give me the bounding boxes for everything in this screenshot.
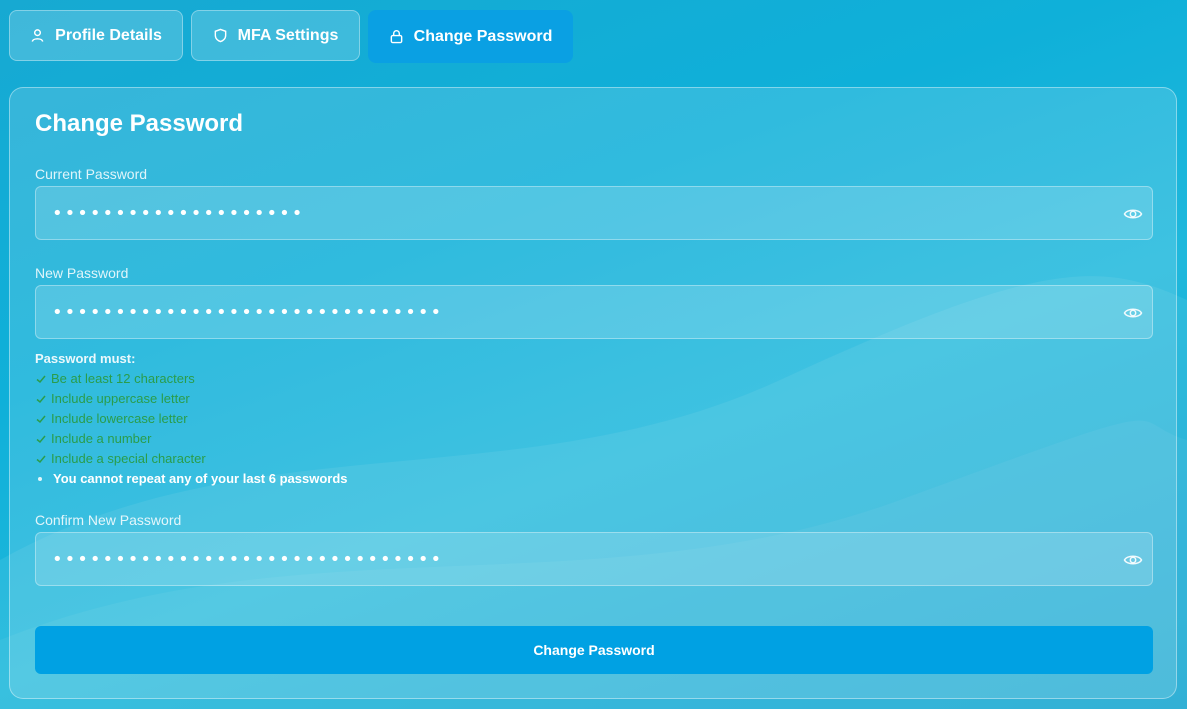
eye-icon[interactable] [1123,550,1143,570]
user-icon [31,29,44,42]
new-password-label: New Password [35,265,129,281]
requirement-item: Include lowercase letter [35,409,348,429]
requirement-text: Include a special character [51,451,206,466]
page-title: Change Password [35,110,244,137]
lock-icon [390,30,402,44]
tab-label: MFA Settings [237,26,339,44]
tab-mfa-settings[interactable]: MFA Settings [191,10,360,61]
confirm-password-label: Confirm New Password [35,512,182,528]
tab-label: Change Password [413,27,553,45]
tab-bar: Profile Details MFA Settings Change Pass… [9,10,573,63]
requirement-text: Include a number [51,431,152,446]
tab-profile-details[interactable]: Profile Details [9,10,183,61]
new-password-input[interactable] [36,286,1152,338]
requirement-note: You cannot repeat any of your last 6 pas… [35,469,348,489]
requirement-note-text: You cannot repeat any of your last 6 pas… [53,471,348,486]
requirement-text: Be at least 12 characters [51,371,195,386]
current-password-input[interactable] [36,187,1152,239]
check-icon [36,375,46,384]
current-password-field [35,186,1153,240]
requirement-item: Be at least 12 characters [35,369,348,389]
requirements-heading: Password must: [35,351,136,366]
requirement-item: Include uppercase letter [35,389,348,409]
check-icon [36,455,46,464]
requirement-text: Include uppercase letter [51,391,190,406]
eye-icon[interactable] [1123,303,1143,323]
eye-icon[interactable] [1123,204,1143,224]
change-password-button[interactable]: Change Password [35,626,1153,674]
confirm-password-field [35,532,1153,586]
requirement-item: Include a special character [35,449,348,469]
requirement-text: Include lowercase letter [51,411,188,426]
requirement-item: Include a number [35,429,348,449]
bullet-icon [38,477,42,481]
check-icon [36,395,46,404]
password-requirements: Password must: Be at least 12 characters… [35,349,348,489]
check-icon [36,415,46,424]
tab-label: Profile Details [55,26,162,44]
shield-icon [214,28,226,43]
tab-change-password[interactable]: Change Password [368,10,573,63]
confirm-password-input[interactable] [36,533,1152,585]
change-password-card: Change Password Current Password New Pas… [9,87,1177,699]
current-password-label: Current Password [35,166,148,182]
new-password-field [35,285,1153,339]
check-icon [36,435,46,444]
